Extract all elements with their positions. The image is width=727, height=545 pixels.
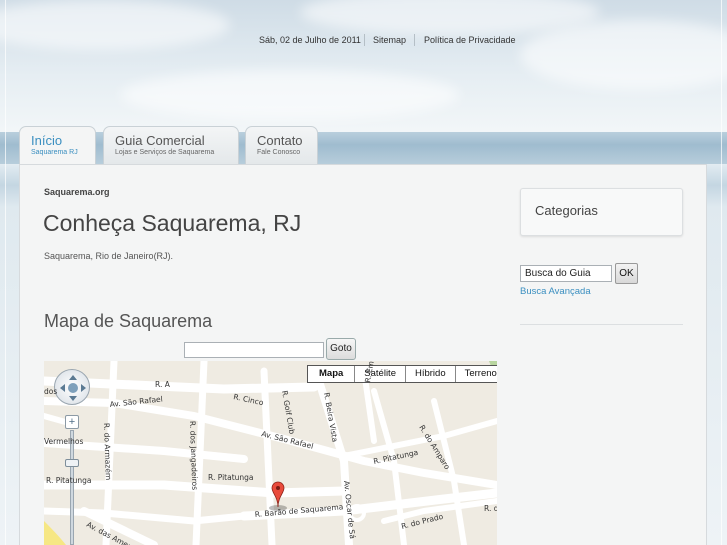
current-date: Sáb, 02 de Julho de 2011 (259, 35, 361, 45)
street-label: R. dos Jangadeiros (188, 421, 199, 491)
street-label: R. A (155, 380, 171, 389)
advanced-search-link[interactable]: Busca Avançada (520, 286, 591, 297)
map-marker-icon (269, 481, 287, 511)
tab-subtitle: Saquarema RJ (31, 149, 78, 156)
categories-title: Categorias (535, 203, 598, 218)
tab-subtitle: Lojas e Serviços de Saquarema (115, 149, 215, 156)
street-label: dos (44, 387, 57, 396)
sitemap-link[interactable]: Sitemap (373, 35, 406, 45)
street-label: R. Em (363, 361, 376, 383)
street-label: R. Golf Club (280, 390, 297, 435)
site-label[interactable]: Saquarema.org (44, 187, 110, 197)
divider (414, 34, 415, 46)
tab-inicio[interactable]: Início Saquarema RJ (19, 126, 96, 166)
street-label: R. do Armazém (102, 423, 113, 481)
tab-title: Início (31, 133, 63, 148)
street-label: R. do Prado (400, 512, 444, 531)
page-title: Conheça Saquarema, RJ (43, 210, 302, 236)
tab-guia-comercial[interactable]: Guia Comercial Lojas e Serviços de Saqua… (103, 126, 239, 164)
location-text: Saquarema, Rio de Janeiro(RJ). (44, 251, 174, 261)
street-label: R. Pitatunga (46, 476, 92, 485)
street-label: R. Cinco (233, 392, 265, 407)
search-ok-button[interactable]: OK (615, 263, 638, 284)
map-labels: R. A Av. São Rafael R. Cinco R. Golf Clu… (44, 361, 497, 545)
divider (364, 34, 365, 46)
sidebar-divider (520, 324, 683, 325)
tab-subtitle: Fale Conosco (257, 149, 301, 156)
tab-contato[interactable]: Contato Fale Conosco (245, 126, 318, 164)
street-label: R. do Amparo (417, 423, 452, 471)
street-label: Vermelhos (44, 437, 83, 446)
street-label: Av. Oscar de Sá (342, 480, 357, 539)
street-label: R. d (484, 504, 497, 513)
guide-search-input[interactable] (520, 265, 612, 282)
categories-box: Categorias (520, 188, 683, 236)
street-label: Av. São Rafael (109, 394, 163, 409)
tab-title: Guia Comercial (115, 133, 205, 148)
street-label: R. Pitatunga (208, 473, 254, 482)
privacy-link[interactable]: Política de Privacidade (424, 35, 516, 45)
street-label: Av. das Amendoeiras (85, 520, 159, 545)
map-view[interactable]: + Mapa Satélite Híbrido Terreno R. A Av.… (44, 361, 497, 545)
street-label: R. Barão de Saquarema (254, 502, 343, 519)
goto-button[interactable]: Goto (326, 338, 356, 360)
map-search-input[interactable] (184, 342, 324, 358)
street-label: R. Pitatunga (373, 448, 419, 466)
map-heading: Mapa de Saquarema (44, 311, 213, 331)
street-label: R. Beira Vista (322, 392, 340, 443)
tab-title: Contato (257, 133, 303, 148)
